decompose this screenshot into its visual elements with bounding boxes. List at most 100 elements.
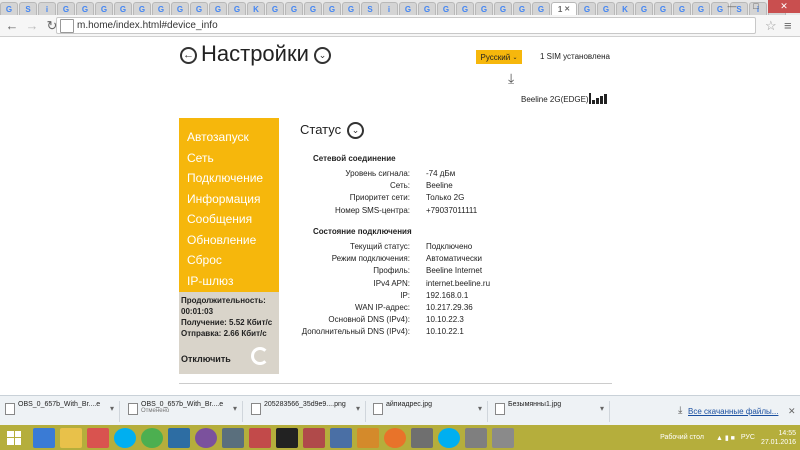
chevron-down-icon[interactable]: ▾ bbox=[233, 404, 237, 413]
close-window-icon[interactable]: ✕ bbox=[768, 0, 800, 13]
cmd-icon[interactable] bbox=[276, 427, 298, 448]
browser-tab[interactable]: G bbox=[342, 2, 360, 15]
back-arrow-icon[interactable]: ← bbox=[4, 18, 20, 34]
refresh-icon[interactable] bbox=[251, 347, 269, 365]
browser-tab[interactable]: G bbox=[190, 2, 208, 15]
download-item[interactable]: 205283566_35d9e9....png ▾ bbox=[248, 401, 366, 422]
chevron-down-icon[interactable]: ▾ bbox=[600, 404, 604, 413]
app-icon[interactable] bbox=[249, 427, 271, 448]
sidebar-item-6[interactable]: Сброс bbox=[179, 250, 279, 271]
chrome-icon[interactable] bbox=[141, 427, 163, 448]
maximize-icon[interactable]: □ bbox=[744, 0, 768, 13]
language-select[interactable]: Русский ⌄ bbox=[476, 50, 522, 64]
skype-icon[interactable] bbox=[114, 427, 136, 448]
chevron-down-icon[interactable]: ⌄ bbox=[347, 122, 364, 139]
sidebar-item-3[interactable]: Информация bbox=[179, 189, 279, 210]
address-bar[interactable]: m.home/index.html#device_info bbox=[56, 17, 756, 34]
info-value: 10.10.22.1 bbox=[426, 327, 464, 337]
forward-arrow-icon[interactable]: → bbox=[24, 18, 40, 34]
skype-icon[interactable] bbox=[438, 427, 460, 448]
bookmark-star-icon[interactable]: ☆ bbox=[765, 18, 777, 34]
download-icon[interactable]: ⤓ bbox=[508, 70, 514, 87]
browser-tab[interactable]: G bbox=[456, 2, 474, 15]
app-icon[interactable] bbox=[465, 427, 487, 448]
browser-tab[interactable]: G bbox=[76, 2, 94, 15]
browser-tab-active[interactable]: 1 ✕ bbox=[551, 2, 577, 15]
browser-tab[interactable]: G bbox=[285, 2, 303, 15]
browser-tab[interactable]: G bbox=[673, 2, 691, 15]
browser-tab[interactable]: G bbox=[437, 2, 455, 15]
sidebar-item-0[interactable]: Автозапуск bbox=[179, 127, 279, 148]
browser-tab[interactable]: S bbox=[361, 2, 379, 15]
downloads-bar: ⤓ Все скачанные файлы... ✕ OBS_0_657b_Wi… bbox=[0, 395, 800, 425]
ie-icon[interactable] bbox=[33, 427, 55, 448]
browser-tab[interactable]: G bbox=[152, 2, 170, 15]
browser-tab[interactable]: K bbox=[247, 2, 265, 15]
chevron-down-icon[interactable]: ▾ bbox=[478, 404, 482, 413]
clock[interactable]: 14:55 27.01.2016 bbox=[761, 429, 796, 447]
chevron-down-icon[interactable]: ▾ bbox=[110, 404, 114, 413]
app-icon[interactable] bbox=[222, 427, 244, 448]
browser-tab[interactable]: G bbox=[209, 2, 227, 15]
maxthon-icon[interactable] bbox=[168, 427, 190, 448]
back-circle-icon[interactable]: ← bbox=[180, 47, 197, 64]
browser-tab[interactable]: G bbox=[228, 2, 246, 15]
download-item[interactable]: Безымянны1.jpg ▾ bbox=[492, 401, 610, 422]
browser-tab[interactable]: G bbox=[532, 2, 550, 15]
sidebar-item-4[interactable]: Сообщения bbox=[179, 209, 279, 230]
browser-tab[interactable]: G bbox=[494, 2, 512, 15]
app-icon[interactable] bbox=[492, 427, 514, 448]
sidebar-item-1[interactable]: Сеть bbox=[179, 148, 279, 169]
chevron-down-icon[interactable]: ▾ bbox=[356, 404, 360, 413]
disconnect-button[interactable]: Отключить bbox=[181, 354, 231, 364]
browser-tab[interactable]: G bbox=[654, 2, 672, 15]
browser-tab[interactable]: S bbox=[19, 2, 37, 15]
download-name: OBS_0_657b_With_Br....e bbox=[18, 401, 101, 408]
windows-start-icon[interactable] bbox=[0, 425, 28, 450]
browser-tab[interactable]: G bbox=[399, 2, 417, 15]
browser-tab[interactable]: G bbox=[171, 2, 189, 15]
browser-tab[interactable]: G bbox=[133, 2, 151, 15]
close-icon[interactable]: ✕ bbox=[788, 406, 796, 417]
browser-tab[interactable]: G bbox=[266, 2, 284, 15]
app-icon[interactable] bbox=[303, 427, 325, 448]
menu-icon[interactable]: ≡ bbox=[784, 18, 792, 33]
chevron-down-icon[interactable]: ⌄ bbox=[314, 47, 331, 64]
show-all-downloads-link[interactable]: Все скачанные файлы... bbox=[688, 407, 778, 416]
language-value: Русский bbox=[480, 52, 511, 62]
minimize-icon[interactable]: — bbox=[720, 0, 744, 13]
browser-tab[interactable]: G bbox=[692, 2, 710, 15]
browser-tab[interactable]: G bbox=[57, 2, 75, 15]
tab-close-icon[interactable]: ✕ bbox=[564, 5, 570, 13]
firefox-icon[interactable] bbox=[384, 427, 406, 448]
media-icon[interactable] bbox=[87, 427, 109, 448]
browser-tab[interactable]: G bbox=[304, 2, 322, 15]
browser-tab[interactable]: G bbox=[114, 2, 132, 15]
browser-tab[interactable]: K bbox=[616, 2, 634, 15]
app-icon[interactable] bbox=[357, 427, 379, 448]
browser-tab[interactable]: i bbox=[38, 2, 56, 15]
browser-tab[interactable]: G bbox=[635, 2, 653, 15]
sidebar-item-2[interactable]: Подключение bbox=[179, 168, 279, 189]
sidebar-item-5[interactable]: Обновление bbox=[179, 230, 279, 251]
viber-icon[interactable] bbox=[195, 427, 217, 448]
browser-tab[interactable]: G bbox=[475, 2, 493, 15]
browser-tab[interactable]: G bbox=[597, 2, 615, 15]
browser-tab[interactable]: G bbox=[95, 2, 113, 15]
browser-tab[interactable]: G bbox=[418, 2, 436, 15]
app-icon[interactable] bbox=[411, 427, 433, 448]
browser-tab[interactable]: G bbox=[323, 2, 341, 15]
desktop-label[interactable]: Рабочий стол bbox=[660, 434, 704, 441]
input-language[interactable]: РУС bbox=[741, 434, 755, 441]
download-item[interactable]: OBS_0_657b_With_Br....e ▾ bbox=[2, 401, 120, 422]
download-item[interactable]: айпиадрес.jpg ▾ bbox=[370, 401, 488, 422]
tray-icons[interactable]: ▲ ▮ ■ bbox=[716, 434, 735, 442]
browser-tab[interactable]: G bbox=[513, 2, 531, 15]
pdf-icon[interactable] bbox=[330, 427, 352, 448]
browser-tab[interactable]: i bbox=[380, 2, 398, 15]
browser-tab[interactable]: G bbox=[0, 2, 18, 15]
browser-tab[interactable]: G bbox=[578, 2, 596, 15]
sidebar-item-7[interactable]: IP-шлюз bbox=[179, 271, 279, 292]
folder-icon[interactable] bbox=[60, 427, 82, 448]
download-item[interactable]: OBS_0_657b_With_Br....e Отменено ▾ bbox=[125, 401, 243, 422]
